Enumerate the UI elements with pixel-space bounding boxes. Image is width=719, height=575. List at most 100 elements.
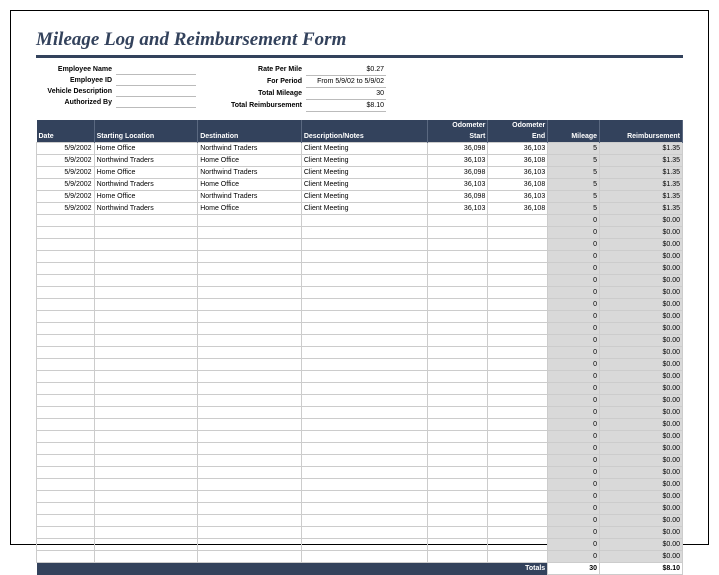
- cell-odometer-start[interactable]: [428, 407, 488, 419]
- cell-odometer-start[interactable]: [428, 395, 488, 407]
- cell-date[interactable]: [37, 347, 95, 359]
- cell-date[interactable]: [37, 491, 95, 503]
- cell-odometer-end[interactable]: [488, 239, 548, 251]
- cell-start[interactable]: [94, 359, 198, 371]
- cell-odometer-end[interactable]: [488, 431, 548, 443]
- cell-odometer-end[interactable]: [488, 419, 548, 431]
- cell-start[interactable]: [94, 491, 198, 503]
- cell-dest[interactable]: [198, 479, 302, 491]
- cell-dest[interactable]: [198, 239, 302, 251]
- input-authorized-by[interactable]: [116, 97, 196, 108]
- cell-dest[interactable]: [198, 527, 302, 539]
- cell-dest[interactable]: [198, 227, 302, 239]
- cell-dest[interactable]: [198, 275, 302, 287]
- cell-dest[interactable]: Home Office: [198, 179, 302, 191]
- cell-odometer-end[interactable]: [488, 455, 548, 467]
- cell-date[interactable]: [37, 287, 95, 299]
- cell-start[interactable]: Northwind Traders: [94, 203, 198, 215]
- cell-desc[interactable]: [301, 263, 428, 275]
- cell-start[interactable]: [94, 419, 198, 431]
- cell-odometer-end[interactable]: [488, 287, 548, 299]
- cell-desc[interactable]: Client Meeting: [301, 167, 428, 179]
- input-rate-per-mile[interactable]: $0.27: [306, 64, 386, 76]
- cell-date[interactable]: [37, 275, 95, 287]
- cell-odometer-start[interactable]: 36,098: [428, 191, 488, 203]
- cell-start[interactable]: [94, 215, 198, 227]
- cell-desc[interactable]: Client Meeting: [301, 155, 428, 167]
- cell-desc[interactable]: [301, 455, 428, 467]
- cell-start[interactable]: Home Office: [94, 167, 198, 179]
- cell-start[interactable]: Northwind Traders: [94, 179, 198, 191]
- cell-start[interactable]: [94, 539, 198, 551]
- cell-desc[interactable]: [301, 251, 428, 263]
- cell-odometer-end[interactable]: 36,108: [488, 155, 548, 167]
- cell-date[interactable]: [37, 239, 95, 251]
- cell-odometer-end[interactable]: [488, 299, 548, 311]
- cell-odometer-start[interactable]: 36,098: [428, 143, 488, 155]
- cell-odometer-start[interactable]: 36,103: [428, 179, 488, 191]
- cell-desc[interactable]: [301, 539, 428, 551]
- cell-start[interactable]: [94, 323, 198, 335]
- cell-date[interactable]: [37, 503, 95, 515]
- cell-date[interactable]: [37, 359, 95, 371]
- cell-date[interactable]: 5/9/2002: [37, 167, 95, 179]
- cell-odometer-end[interactable]: [488, 359, 548, 371]
- cell-odometer-start[interactable]: [428, 515, 488, 527]
- cell-dest[interactable]: [198, 287, 302, 299]
- cell-start[interactable]: [94, 503, 198, 515]
- cell-desc[interactable]: [301, 347, 428, 359]
- cell-dest[interactable]: [198, 539, 302, 551]
- cell-desc[interactable]: Client Meeting: [301, 203, 428, 215]
- cell-date[interactable]: [37, 371, 95, 383]
- cell-start[interactable]: [94, 227, 198, 239]
- cell-odometer-end[interactable]: [488, 263, 548, 275]
- cell-desc[interactable]: [301, 215, 428, 227]
- cell-dest[interactable]: [198, 455, 302, 467]
- cell-desc[interactable]: [301, 503, 428, 515]
- cell-date[interactable]: 5/9/2002: [37, 143, 95, 155]
- cell-desc[interactable]: [301, 335, 428, 347]
- cell-dest[interactable]: [198, 359, 302, 371]
- cell-odometer-end[interactable]: [488, 491, 548, 503]
- cell-odometer-start[interactable]: [428, 275, 488, 287]
- cell-odometer-end[interactable]: [488, 503, 548, 515]
- cell-desc[interactable]: [301, 239, 428, 251]
- cell-dest[interactable]: [198, 431, 302, 443]
- cell-dest[interactable]: Home Office: [198, 155, 302, 167]
- cell-date[interactable]: [37, 215, 95, 227]
- cell-odometer-end[interactable]: [488, 479, 548, 491]
- cell-date[interactable]: [37, 407, 95, 419]
- cell-dest[interactable]: [198, 251, 302, 263]
- cell-start[interactable]: [94, 251, 198, 263]
- cell-odometer-end[interactable]: [488, 443, 548, 455]
- cell-desc[interactable]: [301, 311, 428, 323]
- cell-dest[interactable]: [198, 215, 302, 227]
- cell-start[interactable]: Home Office: [94, 143, 198, 155]
- cell-date[interactable]: [37, 395, 95, 407]
- cell-date[interactable]: [37, 299, 95, 311]
- cell-odometer-end[interactable]: [488, 311, 548, 323]
- cell-odometer-start[interactable]: [428, 239, 488, 251]
- cell-start[interactable]: Northwind Traders: [94, 155, 198, 167]
- cell-odometer-start[interactable]: [428, 539, 488, 551]
- cell-odometer-start[interactable]: [428, 479, 488, 491]
- cell-odometer-end[interactable]: [488, 227, 548, 239]
- cell-start[interactable]: [94, 299, 198, 311]
- cell-dest[interactable]: [198, 383, 302, 395]
- cell-date[interactable]: [37, 227, 95, 239]
- cell-dest[interactable]: [198, 395, 302, 407]
- cell-desc[interactable]: [301, 527, 428, 539]
- cell-dest[interactable]: Northwind Traders: [198, 191, 302, 203]
- cell-desc[interactable]: [301, 275, 428, 287]
- cell-odometer-start[interactable]: [428, 335, 488, 347]
- cell-desc[interactable]: Client Meeting: [301, 191, 428, 203]
- cell-start[interactable]: [94, 239, 198, 251]
- input-vehicle-description[interactable]: [116, 86, 196, 97]
- cell-desc[interactable]: [301, 515, 428, 527]
- cell-date[interactable]: 5/9/2002: [37, 191, 95, 203]
- cell-desc[interactable]: [301, 431, 428, 443]
- cell-dest[interactable]: [198, 503, 302, 515]
- cell-date[interactable]: [37, 263, 95, 275]
- cell-desc[interactable]: [301, 419, 428, 431]
- cell-odometer-end[interactable]: [488, 395, 548, 407]
